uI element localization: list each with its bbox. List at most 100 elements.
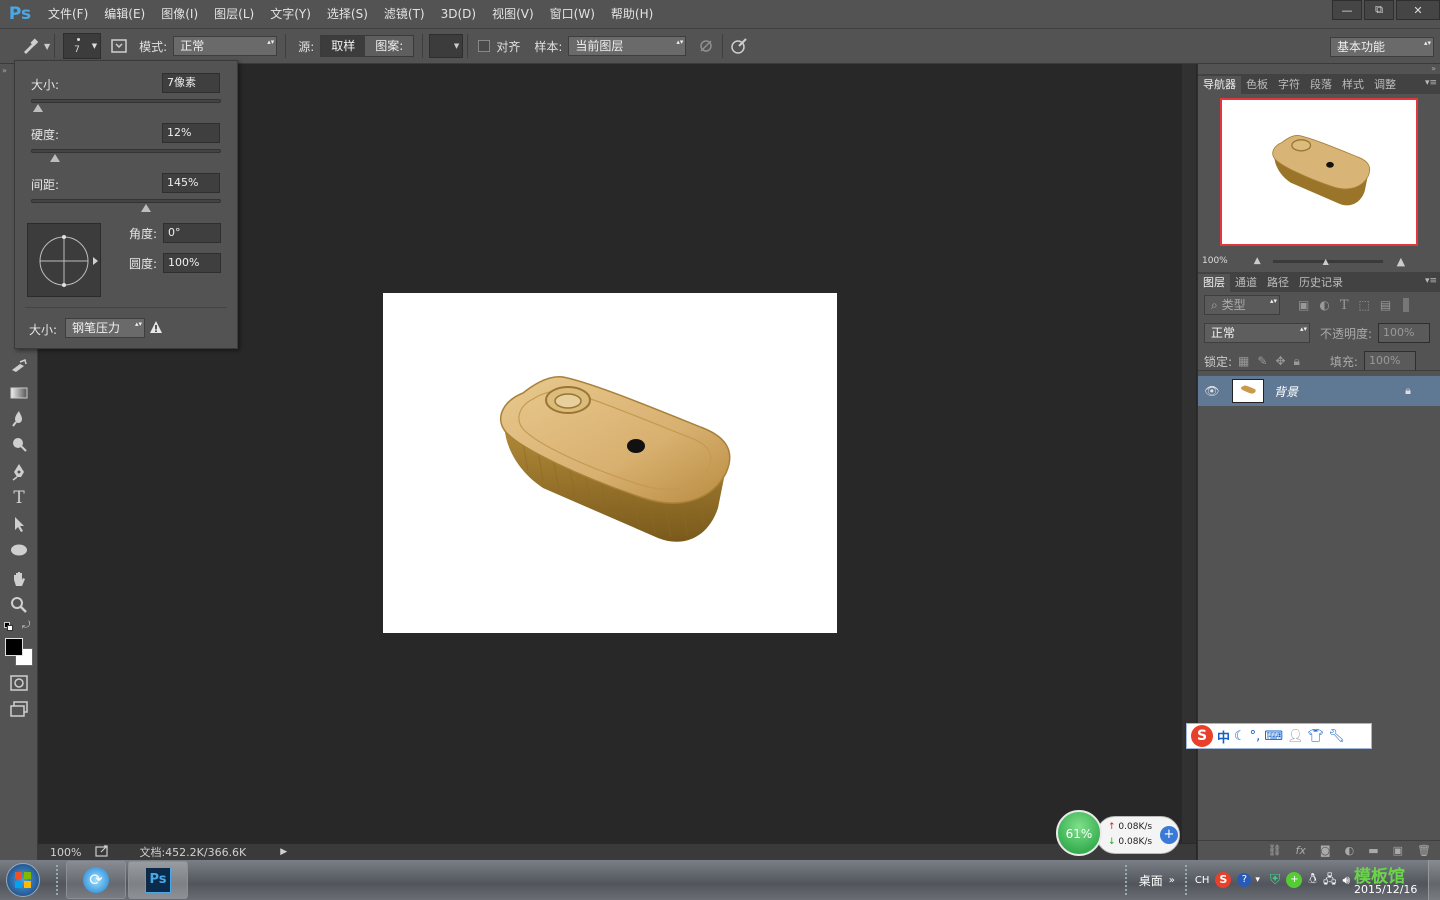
filter-type-icon[interactable]: T — [1340, 298, 1349, 313]
brush-panel-toggle-icon[interactable] — [107, 34, 131, 58]
menu-edit[interactable]: 编辑(E) — [96, 0, 153, 28]
document-canvas[interactable] — [383, 293, 837, 633]
menu-filter[interactable]: 滤镜(T) — [376, 0, 433, 28]
spacing-slider[interactable] — [31, 199, 221, 212]
size-slider-thumb[interactable] — [32, 104, 43, 112]
size-slider[interactable] — [31, 99, 221, 112]
zoom-in-icon[interactable]: ▲ — [1397, 255, 1405, 268]
pen-pressure-select[interactable]: 钢笔压力 — [65, 318, 145, 338]
filter-shape-icon[interactable]: ⬚ — [1359, 298, 1370, 312]
toolbar-collapse-icon[interactable]: » — [2, 66, 7, 75]
angle-field[interactable]: 0° — [163, 223, 221, 243]
filter-adjustment-icon[interactable]: ◐ — [1319, 298, 1329, 312]
add-mask-icon[interactable]: ◙ — [1320, 844, 1331, 857]
fill-field[interactable]: 100% — [1363, 351, 1416, 371]
user-icon[interactable]: 👤︎ — [1287, 729, 1304, 744]
new-group-icon[interactable]: ▬ — [1368, 844, 1378, 857]
menu-help[interactable]: 帮助(H) — [603, 0, 661, 28]
navigator-thumbnail[interactable] — [1220, 98, 1418, 246]
tray-options-icon[interactable]: ▾ — [1255, 875, 1260, 885]
settings-wrench-icon[interactable]: 🔧︎ — [1328, 729, 1345, 744]
start-button[interactable] — [0, 860, 46, 900]
screen-mode-icon[interactable] — [8, 698, 30, 720]
status-menu-arrow-icon[interactable]: ▶ — [280, 847, 287, 857]
skin-icon[interactable]: 👕︎ — [1308, 729, 1325, 744]
filter-toggle-icon[interactable] — [1403, 298, 1410, 312]
export-icon[interactable] — [95, 844, 109, 860]
tab-layers[interactable]: 图层 — [1198, 274, 1230, 292]
zoom-out-icon[interactable]: ▲ — [1254, 256, 1261, 266]
tab-history[interactable]: 历史记录 — [1294, 274, 1348, 292]
pattern-stamp-tool-icon[interactable] — [18, 34, 42, 58]
close-button[interactable]: ✕ — [1396, 0, 1440, 20]
roundness-field[interactable]: 100% — [163, 253, 221, 273]
new-layer-icon[interactable]: ▣ — [1393, 844, 1403, 857]
qq-icon[interactable]: 🐧︎ — [1308, 871, 1317, 889]
brush-angle-preview[interactable] — [27, 223, 101, 297]
swap-colors-icon[interactable]: ⤾ — [22, 620, 30, 631]
tab-swatches[interactable]: 色板 — [1241, 76, 1273, 94]
type-tool-icon[interactable]: T — [8, 487, 30, 509]
taskbar-browser-button[interactable]: ⟳ — [66, 861, 126, 899]
menu-window[interactable]: 窗口(W) — [542, 0, 603, 28]
ime-language[interactable]: 中 — [1217, 727, 1230, 746]
spacing-slider-thumb[interactable] — [141, 204, 151, 212]
zoom-level[interactable]: 100% — [50, 846, 81, 859]
default-colors-icon[interactable] — [4, 622, 14, 632]
link-layers-icon[interactable]: ⛓︎ — [1268, 844, 1282, 857]
navigator-zoom-slider[interactable]: ▲ — [1272, 257, 1383, 266]
blur-tool-icon[interactable] — [8, 407, 30, 429]
pattern-picker[interactable]: ▼ — [429, 34, 464, 58]
hardness-field[interactable]: 12% — [162, 123, 220, 143]
quick-mask-icon[interactable] — [8, 672, 30, 694]
visibility-eye-icon[interactable]: 👁︎ — [1198, 384, 1226, 398]
menu-3d[interactable]: 3D(D) — [433, 0, 484, 28]
network-speed-widget[interactable]: 61% ↑ 0.08K/s ↓ 0.08K/s + — [1056, 810, 1182, 860]
hand-tool-icon[interactable] — [8, 568, 30, 590]
tab-character[interactable]: 字符 — [1273, 76, 1305, 94]
help-icon[interactable]: ? — [1237, 873, 1252, 887]
new-adjustment-icon[interactable]: ◐ — [1345, 844, 1355, 857]
dodge-tool-icon[interactable] — [8, 433, 30, 455]
lock-all-icon[interactable]: 🔒︎ — [1294, 354, 1300, 369]
foreground-color-swatch[interactable] — [5, 638, 23, 656]
sample-select[interactable]: 当前图层 — [568, 36, 687, 56]
pen-tool-icon[interactable] — [8, 461, 30, 483]
zoom-tool-icon[interactable] — [8, 594, 30, 616]
menu-select[interactable]: 选择(S) — [319, 0, 376, 28]
minimize-button[interactable]: — — [1332, 0, 1362, 20]
lock-transparent-icon[interactable]: ▦ — [1238, 354, 1249, 368]
navigator-zoom[interactable]: 100% — [1202, 256, 1228, 266]
panel-menu-icon[interactable]: ▾≡ — [1425, 78, 1437, 88]
show-desktop-button[interactable] — [1428, 860, 1440, 900]
toolbar-expand-icon[interactable]: » — [1169, 875, 1175, 886]
soft-keyboard-icon[interactable]: ⌨ — [1264, 729, 1283, 744]
path-selection-tool-icon[interactable] — [8, 513, 30, 535]
gradient-tool-icon[interactable] — [8, 382, 30, 404]
lock-position-icon[interactable]: ✥ — [1275, 354, 1285, 368]
menu-type[interactable]: 文字(Y) — [262, 0, 319, 28]
hardness-slider-thumb[interactable] — [49, 154, 60, 162]
dock-collapse-icon[interactable]: » — [1431, 64, 1436, 73]
layer-style-icon[interactable]: fx — [1296, 844, 1306, 857]
sogou-tray-icon[interactable]: S — [1215, 872, 1232, 888]
language-indicator[interactable]: CH — [1195, 875, 1210, 886]
aligned-checkbox[interactable] — [478, 40, 491, 52]
half-width-icon[interactable]: ☾ — [1234, 729, 1246, 744]
workspace-select[interactable]: 基本功能 — [1330, 37, 1434, 57]
ellipse-tool-icon[interactable] — [8, 539, 30, 561]
blend-mode-select[interactable]: 正常 — [1204, 323, 1310, 343]
pressure-size-icon[interactable] — [727, 34, 751, 58]
brush-preset-picker[interactable]: 7 ▼ — [63, 33, 102, 59]
tab-adjustments[interactable]: 调整 — [1369, 76, 1401, 94]
size-field[interactable]: 7像素 — [162, 73, 220, 93]
layers-panel-menu-icon[interactable]: ▾≡ — [1425, 276, 1437, 286]
menu-image[interactable]: 图像(I) — [153, 0, 206, 28]
volume-icon[interactable]: 🔊︎ — [1342, 873, 1350, 888]
layer-row-background[interactable]: 👁︎ 背景 🔒︎ — [1198, 376, 1440, 406]
tab-styles[interactable]: 样式 — [1337, 76, 1369, 94]
opacity-field[interactable]: 100% — [1378, 323, 1431, 343]
restore-button[interactable]: ⧉ — [1364, 0, 1394, 20]
filter-smart-object-icon[interactable]: ▤ — [1380, 298, 1391, 312]
clock-date[interactable]: 2015/12/16 — [1354, 883, 1417, 896]
